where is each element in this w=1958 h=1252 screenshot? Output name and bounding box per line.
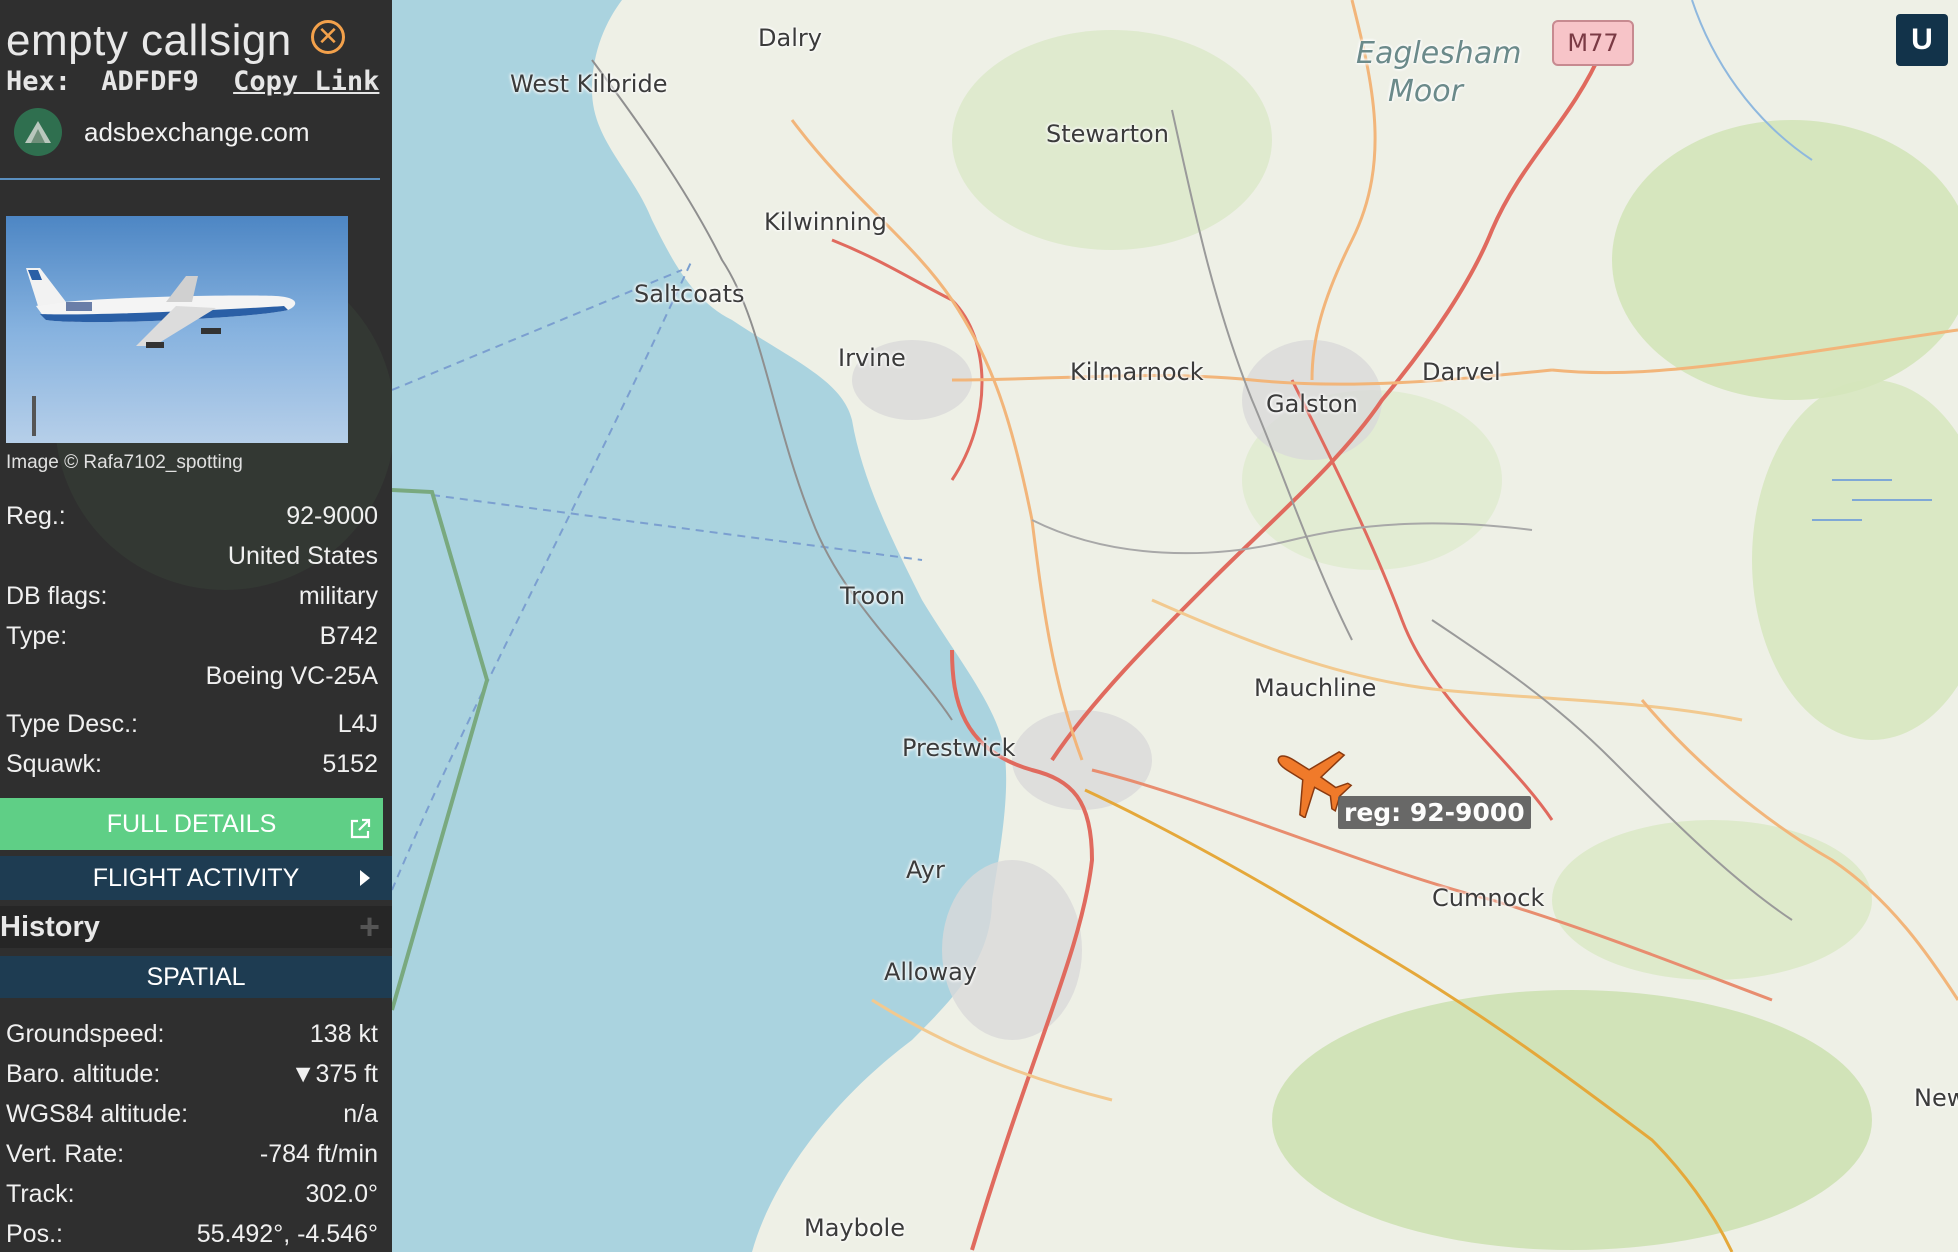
map-label-place: Eaglesham [1356,36,1522,71]
map-label-place: Cumnock [1432,884,1545,912]
spatial-value: ▼375 ft [290,1060,378,1088]
copy-link-button[interactable]: Copy Link [233,66,379,97]
map-label-place: West Kilbride [510,70,668,98]
user-button[interactable]: U [1896,14,1948,66]
map-label-place: Kilmarnock [1070,358,1204,386]
flight-activity-label: FLIGHT ACTIVITY [92,864,300,892]
source-row: adsbexchange.com [14,108,309,156]
spatial-value: 302.0° [305,1180,378,1208]
flight-activity-button[interactable]: FLIGHT ACTIVITY [0,856,392,900]
detail-key: Squawk: [6,750,102,778]
history-label: History [0,911,100,943]
spatial-section-header[interactable]: SPATIAL [0,956,392,998]
close-icon[interactable]: ✕ [311,20,345,54]
callsign-title: empty callsign [6,16,292,65]
source-link[interactable]: adsbexchange.com [84,117,309,148]
aircraft-photo[interactable] [6,216,348,443]
detail-row-dbflags: DB flags: military [6,582,378,611]
detail-row-reg: Reg.: 92-9000 [6,502,378,531]
hex-row: Hex: ADFDF9 Copy Link [6,66,379,97]
detail-row-type: Type: B742 [6,622,378,651]
detail-key: Reg.: [6,502,66,530]
map-label-place: Irvine [838,344,906,372]
map-label-place: Prestwick [902,734,1016,762]
spatial-value: 138 kt [309,1020,378,1048]
map-label-place: Moor [1388,74,1463,109]
detail-value: Boeing VC-25A [205,662,378,690]
detail-row-country: United States [6,542,378,571]
map-label-place: Dalry [758,24,822,52]
spatial-key: Pos.: [6,1220,63,1248]
detail-value: military [298,582,378,610]
detail-value: 5152 [322,750,378,778]
spatial-row-wgs84-altitude: WGS84 altitude: n/a [6,1100,378,1129]
history-section-header[interactable]: History + [0,906,392,948]
detail-value: L4J [337,710,378,738]
detail-row-typedesc: Type Desc.: L4J [6,710,378,739]
map-label-place: Stewarton [1046,120,1169,148]
spatial-value: n/a [343,1100,378,1128]
map-label-place: Galston [1266,390,1358,418]
map-label-place: Ayr [906,856,945,884]
detail-key: DB flags: [6,582,108,610]
spatial-value: 55.492°, -4.546° [196,1220,378,1248]
spatial-key: Baro. altitude: [6,1060,161,1088]
adsbexchange-logo-icon [14,108,62,156]
photo-credit: Image © Rafa7102_spotting [6,452,243,473]
road-shield-m77: M77 [1552,20,1634,66]
spatial-key: Vert. Rate: [6,1140,125,1168]
map-label-place: Troon [840,582,906,610]
map-label-place: Kilwinning [764,208,887,236]
caret-right-icon [360,870,370,886]
hex-label: Hex: [6,66,72,97]
spatial-label: SPATIAL [146,963,246,991]
aircraft-info-panel: empty callsign ✕ Hex: ADFDF9 Copy Link a… [0,0,392,1252]
detail-row-typename: Boeing VC-25A [6,662,378,691]
map-label-place: Saltcoats [634,280,745,308]
spatial-row-baro-altitude: Baro. altitude: ▼375 ft [6,1060,378,1089]
detail-value: B742 [319,622,378,650]
full-details-label: FULL DETAILS [106,810,277,838]
map-label-place: Alloway [884,958,977,986]
map-label-place: New [1914,1084,1958,1112]
spatial-row-position: Pos.: 55.492°, -4.546° [6,1220,378,1249]
aircraft-reg-label[interactable]: reg: 92-9000 [1338,796,1531,829]
map-label-place: Maybole [804,1214,905,1242]
spatial-key: Groundspeed: [6,1020,165,1048]
detail-row-squawk: Squawk: 5152 [6,750,378,779]
map-canvas[interactable] [392,0,1958,1252]
map-label-place: Darvel [1422,358,1501,386]
spatial-row-groundspeed: Groundspeed: 138 kt [6,1020,378,1049]
spatial-row-vert-rate: Vert. Rate: -784 ft/min [6,1140,378,1169]
divider [0,178,380,180]
full-details-button[interactable]: FULL DETAILS [0,798,383,850]
expand-plus-icon[interactable]: + [359,906,380,948]
map-view[interactable]: Dalry West Kilbride Stewarton Eaglesham … [392,0,1958,1252]
spatial-value: -784 ft/min [259,1140,378,1168]
spatial-key: WGS84 altitude: [6,1100,189,1128]
hex-value: ADFDF9 [101,66,199,97]
spatial-row-track: Track: 302.0° [6,1180,378,1209]
detail-key: Type: [6,622,68,650]
map-label-place: Mauchline [1254,674,1377,702]
spatial-key: Track: [6,1180,75,1208]
detail-value: 92-9000 [286,502,378,530]
detail-key: Type Desc.: [6,710,138,738]
external-link-icon [347,808,373,860]
detail-value: United States [227,542,378,570]
